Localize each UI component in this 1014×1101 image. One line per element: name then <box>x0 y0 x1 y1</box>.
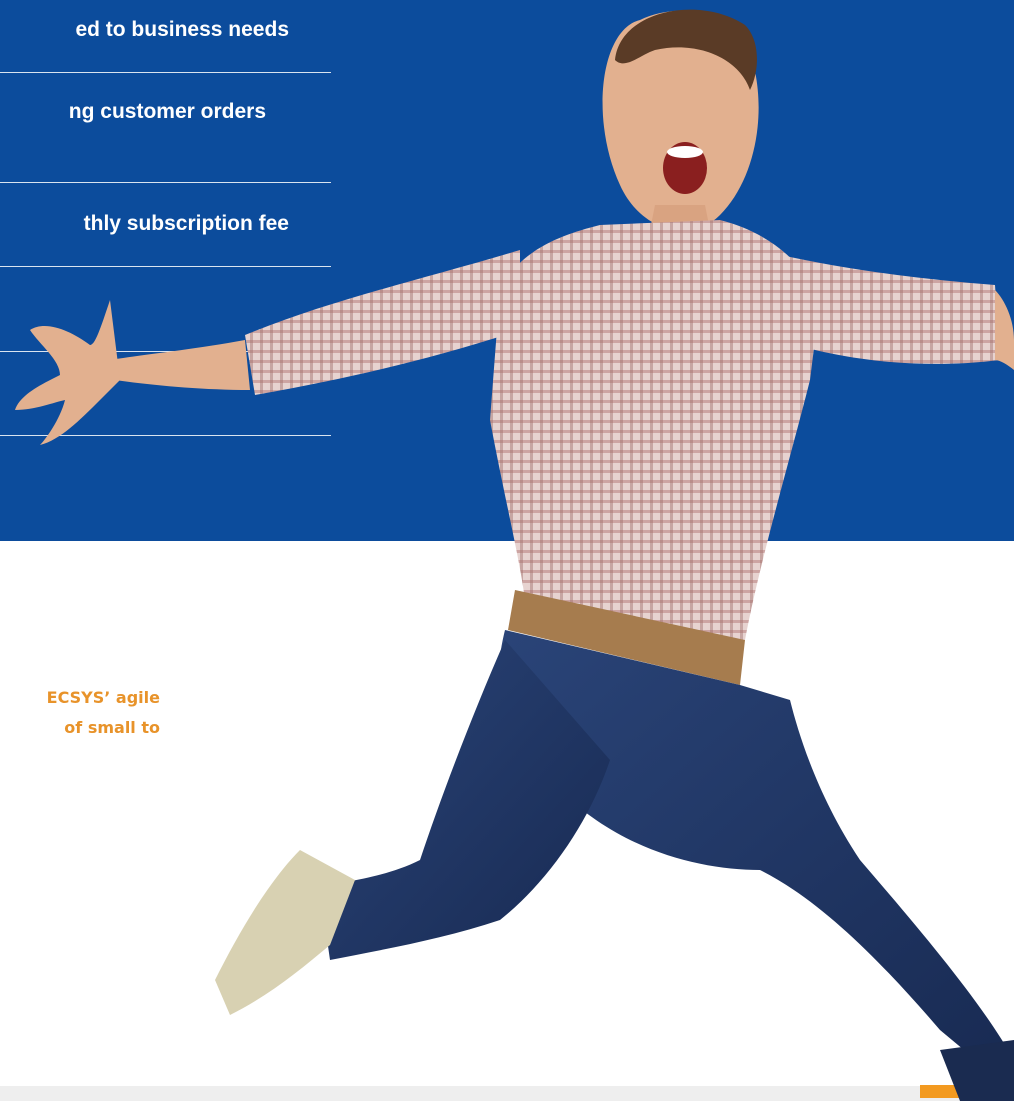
content-section <box>0 541 1014 1101</box>
description-line-2: of small to <box>64 718 160 737</box>
feature-text-1: ed to business needs <box>75 18 289 41</box>
feature-item-2: ng customer orders <box>0 99 331 129</box>
footer-strip <box>0 1086 1014 1101</box>
accent-bar <box>920 1085 998 1098</box>
feature-text-3: thly subscription fee <box>83 212 289 235</box>
feature-divider-2 <box>0 182 331 183</box>
description-line-1: ECSYS’ agile <box>46 688 160 707</box>
feature-divider-1 <box>0 72 331 73</box>
feature-divider-4 <box>0 351 331 352</box>
feature-divider-5 <box>0 435 331 436</box>
feature-item-1: ed to business needs <box>0 17 331 47</box>
hero-section: ed to business needs ng customer orders … <box>0 0 1014 541</box>
feature-text-2: ng customer orders <box>68 100 266 123</box>
feature-divider-3 <box>0 266 331 267</box>
feature-item-3: thly subscription fee <box>0 211 331 241</box>
